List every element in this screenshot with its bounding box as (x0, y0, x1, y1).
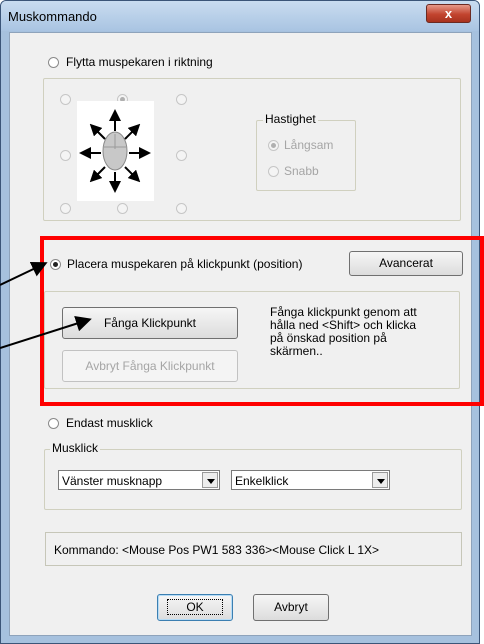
close-icon: x (444, 6, 453, 21)
close-button[interactable]: x (426, 4, 471, 23)
arrow-to-position-radio (0, 261, 48, 286)
speed-group (256, 120, 356, 191)
direction-radio-ne[interactable] (176, 94, 187, 105)
mouse-arrows-icon (79, 109, 151, 193)
direction-pad (77, 101, 154, 201)
command-preview-box: Kommando: <Mouse Pos PW1 583 336><Mouse … (45, 532, 462, 566)
chevron-down-icon[interactable] (202, 472, 218, 488)
chevron-down-icon[interactable] (372, 472, 388, 488)
speed-group-label: Hastighet (263, 112, 318, 126)
direction-radio-s[interactable] (117, 203, 128, 214)
move-direction-radio[interactable] (48, 57, 59, 68)
highlight-annotation-box (40, 236, 484, 406)
ok-button-label: OK (167, 599, 223, 615)
speed-fast-radio[interactable] (268, 166, 279, 177)
mouse-click-only-radio[interactable] (48, 418, 59, 429)
direction-radio-e[interactable] (176, 150, 187, 161)
speed-slow-label: Långsam (284, 138, 334, 152)
click-type-value: Enkelklick (235, 474, 289, 488)
cancel-button[interactable]: Avbryt (253, 594, 329, 621)
mouse-click-only-label: Endast musklick (66, 416, 153, 430)
mouse-click-group-label: Musklick (50, 441, 101, 455)
direction-radio-nw[interactable] (60, 94, 71, 105)
window-title: Muskommando (8, 9, 97, 24)
command-preview-text: Kommando: <Mouse Pos PW1 583 336><Mouse … (54, 543, 380, 557)
speed-fast-label: Snabb (284, 164, 319, 178)
mouse-button-select[interactable]: Vänster musknapp (58, 470, 220, 490)
click-type-select[interactable]: Enkelklick (231, 470, 390, 490)
annotation-arrows (0, 261, 92, 349)
move-direction-label: Flytta muspekaren i riktning (66, 55, 213, 69)
direction-radio-se[interactable] (176, 203, 187, 214)
direction-radio-sw[interactable] (60, 203, 71, 214)
title-bar[interactable]: Muskommando x (1, 1, 479, 31)
arrow-to-capture-button (0, 316, 92, 349)
ok-button[interactable]: OK (157, 594, 233, 621)
direction-radio-w[interactable] (60, 150, 71, 161)
mouse-button-value: Vänster musknapp (62, 474, 163, 488)
speed-slow-radio[interactable] (268, 140, 279, 151)
